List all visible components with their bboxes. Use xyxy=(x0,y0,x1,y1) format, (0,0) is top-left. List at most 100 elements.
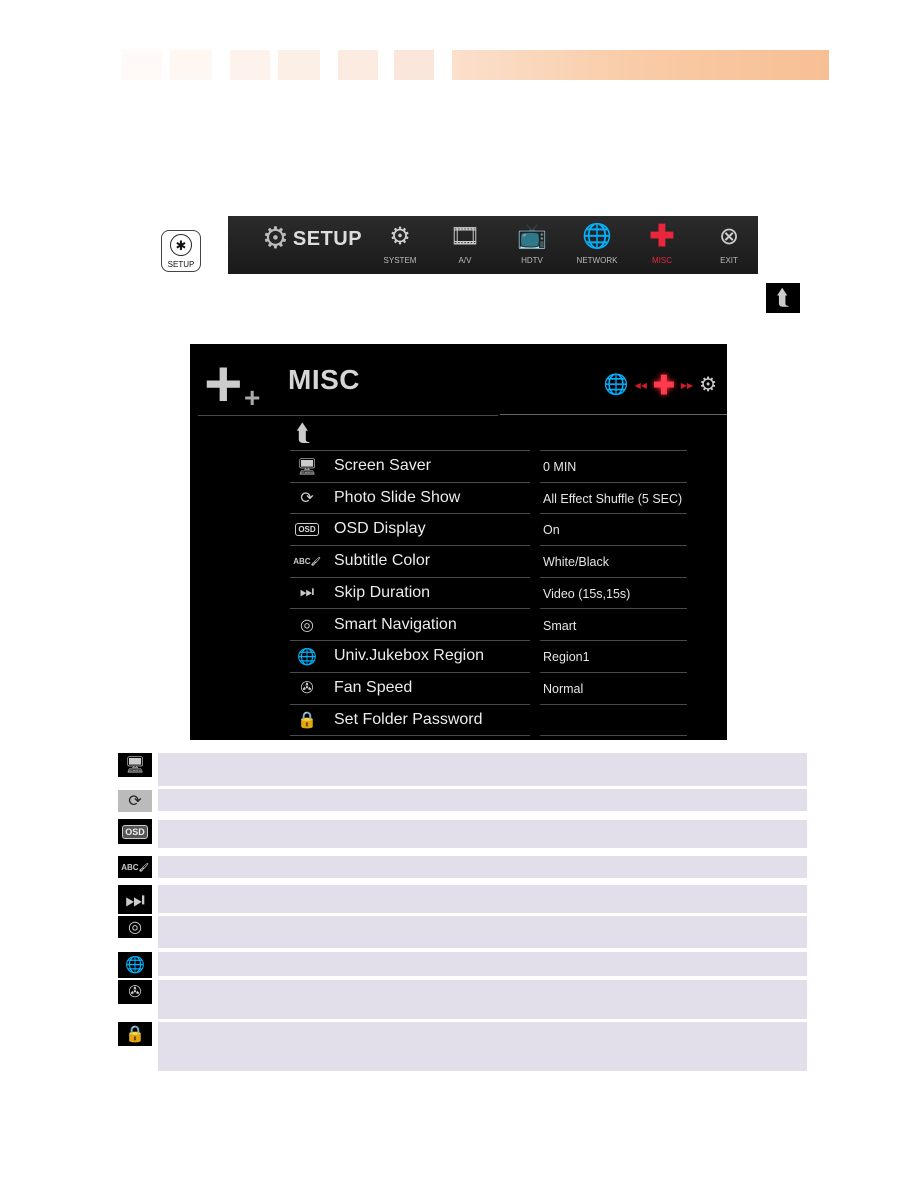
setting-value: On xyxy=(543,523,560,538)
setting-label: Fan Speed xyxy=(334,678,413,696)
globe-icon[interactable]: 🌐 xyxy=(604,375,629,395)
prev-arrow-icon: ◀◀ xyxy=(634,380,647,390)
description-row xyxy=(158,1022,807,1071)
lock-icon: 🔒 xyxy=(118,1022,152,1046)
globe-icon: 🌐 xyxy=(582,223,612,250)
slideshow-icon: ⟳ xyxy=(300,490,314,508)
menu-item-label: EXIT xyxy=(720,256,738,265)
header-decor-block xyxy=(230,50,270,80)
header-decor-block xyxy=(278,50,320,80)
monitor-smile-icon: 🖥 xyxy=(118,753,152,777)
description-row xyxy=(158,753,807,786)
setting-row-folder-password[interactable]: 🔒 Set Folder Password xyxy=(290,705,727,737)
setting-label: Photo Slide Show xyxy=(334,488,461,506)
description-row xyxy=(158,980,807,1019)
gear-icon: ⚙ xyxy=(262,222,289,255)
monitor-smile-icon: 🖥 xyxy=(296,458,318,476)
setting-value: Video (15s,15s) xyxy=(543,586,631,601)
menu-item-label: SYSTEM xyxy=(383,256,417,265)
globe-disc-icon: 🌐 xyxy=(297,648,317,666)
skip-next-icon: ⏭ xyxy=(299,584,315,602)
osd-icon-text: OSD xyxy=(122,824,148,839)
setting-label: OSD Display xyxy=(334,520,426,538)
setting-row-subtitle-color[interactable]: ABC 🖌 Subtitle Color White/Black xyxy=(290,546,727,578)
header-decor-block xyxy=(122,50,162,80)
description-row xyxy=(158,952,807,976)
disc-icon: ◎ xyxy=(300,617,314,634)
setting-row-photo-slide-show[interactable]: ⟳ Photo Slide Show All Effect Shuffle (5… xyxy=(290,483,727,515)
menu-item-exit[interactable]: ⊗ EXIT xyxy=(699,222,759,265)
setup-menu-bar: ⚙ SETUP ⚙ SYSTEM 🎞 A/V 📺 HDTV 🌐 NETWORK … xyxy=(228,216,758,274)
next-arrow-icon: ▶▶ xyxy=(680,380,694,390)
setting-label: Set Folder Password xyxy=(334,710,483,728)
setting-label: Subtitle Color xyxy=(334,552,431,570)
menu-item-label: MISC xyxy=(652,256,672,265)
menu-item-label: HDTV xyxy=(521,256,543,265)
slideshow-icon: ⟳ xyxy=(118,790,152,812)
gears-icon: ⚙ xyxy=(389,223,411,250)
setting-row-screen-saver[interactable]: 🖥 Screen Saver 0 MIN xyxy=(290,451,727,483)
menu-item-av[interactable]: 🎞 A/V xyxy=(435,222,495,265)
gear-icon: ✱ xyxy=(170,234,192,256)
setting-value: Smart xyxy=(543,618,577,633)
setting-value: 0 MIN xyxy=(543,460,577,474)
fan-icon: ✇ xyxy=(300,680,314,698)
menu-item-hdtv[interactable]: 📺 HDTV xyxy=(502,222,562,265)
setting-value: White/Black xyxy=(543,555,609,570)
return-arrow-icon: ⮬ xyxy=(766,283,800,313)
setting-value: Normal xyxy=(543,681,584,696)
close-circle-icon: ⊗ xyxy=(718,223,740,250)
disc-icon: ◎ xyxy=(118,916,152,938)
setup-remote-key: ✱ SETUP xyxy=(161,230,201,272)
back-arrow-icon[interactable]: ⮬ xyxy=(296,420,310,448)
setting-label: Smart Navigation xyxy=(334,615,457,633)
setting-row-jukebox-region[interactable]: 🌐 Univ.Jukebox Region Region1 xyxy=(290,641,727,673)
divider xyxy=(198,415,498,416)
divider xyxy=(500,414,727,415)
abc-icon-text: ABC xyxy=(293,557,311,567)
gears-icon[interactable]: ⚙ xyxy=(699,375,717,395)
header-decor-block xyxy=(394,50,434,80)
osd-icon: OSD xyxy=(295,519,319,540)
setting-label: Skip Duration xyxy=(334,583,431,601)
skip-next-icon: ⏭ xyxy=(118,885,152,914)
fan-icon: ✇ xyxy=(118,980,152,1004)
menu-item-network[interactable]: 🌐 NETWORK xyxy=(567,222,627,265)
header-decor-block xyxy=(338,50,378,80)
osd-icon-text: OSD xyxy=(295,523,319,537)
setting-row-fan-speed[interactable]: ✇ Fan Speed Normal xyxy=(290,673,727,705)
setting-label: Screen Saver xyxy=(334,457,431,474)
abc-brush-icon: ABC 🖌 xyxy=(293,557,321,567)
setup-title-text: SETUP xyxy=(292,227,363,250)
misc-plus-icon: + xyxy=(204,346,243,420)
misc-small-plus-icon: + xyxy=(244,382,261,413)
plus-icon: ✚ xyxy=(649,220,675,253)
description-row xyxy=(158,916,807,948)
menu-item-misc[interactable]: ✚ MISC xyxy=(632,220,692,266)
film-speaker-icon: 🎞 xyxy=(449,223,481,250)
header-decor-bar xyxy=(452,50,829,80)
setting-row-skip-duration[interactable]: ⏭ Skip Duration Video (15s,15s) xyxy=(290,578,727,610)
misc-settings-screen: + + MISC 🌐 ◀◀ ✚ ▶▶ ⚙ ⮬ 🖥 Screen Saver 0 … xyxy=(190,344,727,740)
description-row xyxy=(158,820,807,848)
setting-label: Univ.Jukebox Region xyxy=(334,647,485,665)
tv-icon: 📺 xyxy=(517,223,547,250)
menu-item-label: A/V xyxy=(458,256,472,265)
plus-icon: ✚ xyxy=(652,370,675,400)
description-row xyxy=(158,789,807,811)
setting-value: All Effect Shuffle (5 SEC) xyxy=(543,491,683,506)
description-row xyxy=(158,885,807,913)
globe-disc-icon: 🌐 xyxy=(118,952,152,978)
setup-menu-title: ⚙ SETUP xyxy=(262,224,362,254)
description-row xyxy=(158,856,807,878)
category-navigator: 🌐 ◀◀ ✚ ▶▶ ⚙ xyxy=(604,372,717,398)
setting-row-osd-display[interactable]: OSD OSD Display On xyxy=(290,514,727,547)
abc-icon-text: ABC xyxy=(121,862,139,872)
menu-item-system[interactable]: ⚙ SYSTEM xyxy=(370,222,430,265)
header-decor-block xyxy=(170,50,212,80)
setting-row-smart-navigation[interactable]: ◎ Smart Navigation Smart xyxy=(290,610,727,642)
screen-title: MISC xyxy=(288,364,360,395)
abc-brush-icon: ABC 🖌 xyxy=(118,856,152,878)
osd-icon: OSD xyxy=(118,819,152,844)
lock-icon: 🔒 xyxy=(297,712,317,730)
